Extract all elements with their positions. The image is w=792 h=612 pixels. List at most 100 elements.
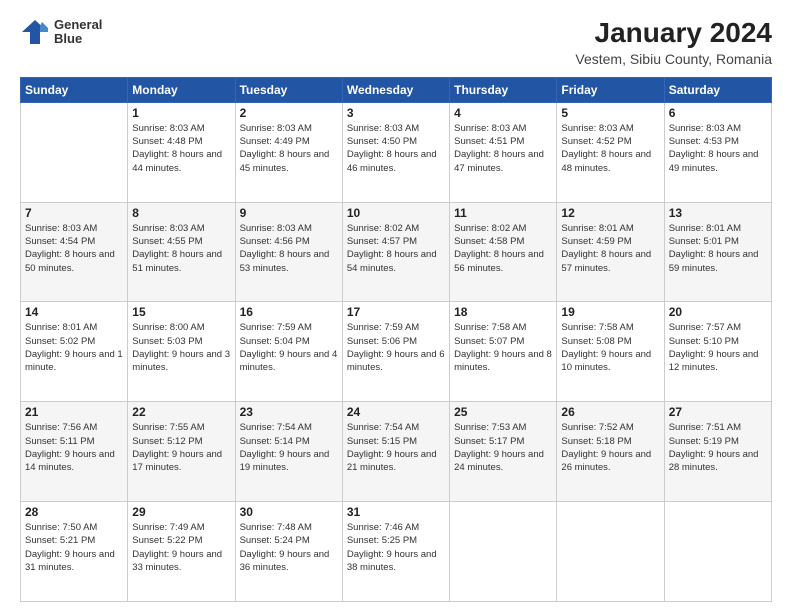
calendar-day-cell: 15 Sunrise: 8:00 AM Sunset: 5:03 PM Dayl… [128, 302, 235, 402]
day-number: 30 [240, 505, 338, 519]
calendar-week-row: 7 Sunrise: 8:03 AM Sunset: 4:54 PM Dayli… [21, 202, 772, 302]
sunrise-text: Sunrise: 7:53 AM [454, 422, 526, 433]
header: General Blue January 2024 Vestem, Sibiu … [20, 18, 772, 67]
day-info: Sunrise: 7:58 AM Sunset: 5:08 PM Dayligh… [561, 321, 659, 374]
day-number: 14 [25, 305, 123, 319]
calendar-table: SundayMondayTuesdayWednesdayThursdayFrid… [20, 77, 772, 602]
calendar-day-cell [557, 502, 664, 602]
sunrise-text: Sunrise: 8:03 AM [561, 123, 633, 134]
sunset-text: Sunset: 5:21 PM [25, 535, 95, 546]
day-number: 13 [669, 206, 767, 220]
calendar-day-cell: 22 Sunrise: 7:55 AM Sunset: 5:12 PM Dayl… [128, 402, 235, 502]
day-number: 1 [132, 106, 230, 120]
day-info: Sunrise: 7:49 AM Sunset: 5:22 PM Dayligh… [132, 521, 230, 574]
sunrise-text: Sunrise: 7:56 AM [25, 422, 97, 433]
daylight-text: Daylight: 8 hours and 56 minutes. [454, 249, 544, 273]
sunrise-text: Sunrise: 7:58 AM [454, 322, 526, 333]
daylight-text: Daylight: 9 hours and 17 minutes. [132, 449, 222, 473]
sunrise-text: Sunrise: 7:50 AM [25, 522, 97, 533]
daylight-text: Daylight: 9 hours and 24 minutes. [454, 449, 544, 473]
day-number: 5 [561, 106, 659, 120]
calendar-day-cell: 26 Sunrise: 7:52 AM Sunset: 5:18 PM Dayl… [557, 402, 664, 502]
daylight-text: Daylight: 9 hours and 36 minutes. [240, 549, 330, 573]
sunrise-text: Sunrise: 7:54 AM [347, 422, 419, 433]
daylight-text: Daylight: 9 hours and 6 minutes. [347, 349, 445, 373]
calendar-day-cell [21, 102, 128, 202]
day-of-week-header: Friday [557, 77, 664, 102]
sunset-text: Sunset: 5:12 PM [132, 436, 202, 447]
day-number: 10 [347, 206, 445, 220]
sunset-text: Sunset: 5:22 PM [132, 535, 202, 546]
day-number: 15 [132, 305, 230, 319]
sunrise-text: Sunrise: 8:02 AM [454, 223, 526, 234]
sunrise-text: Sunrise: 8:03 AM [240, 123, 312, 134]
sunset-text: Sunset: 5:15 PM [347, 436, 417, 447]
calendar-day-cell: 29 Sunrise: 7:49 AM Sunset: 5:22 PM Dayl… [128, 502, 235, 602]
sunset-text: Sunset: 4:49 PM [240, 136, 310, 147]
sunset-text: Sunset: 5:11 PM [25, 436, 95, 447]
sunrise-text: Sunrise: 8:03 AM [240, 223, 312, 234]
daylight-text: Daylight: 8 hours and 46 minutes. [347, 149, 437, 173]
logo-line1: General [54, 18, 102, 32]
day-info: Sunrise: 8:03 AM Sunset: 4:53 PM Dayligh… [669, 122, 767, 175]
daylight-text: Daylight: 9 hours and 38 minutes. [347, 549, 437, 573]
sunrise-text: Sunrise: 7:49 AM [132, 522, 204, 533]
daylight-text: Daylight: 9 hours and 28 minutes. [669, 449, 759, 473]
day-number: 28 [25, 505, 123, 519]
daylight-text: Daylight: 8 hours and 44 minutes. [132, 149, 222, 173]
day-number: 27 [669, 405, 767, 419]
calendar-day-cell: 28 Sunrise: 7:50 AM Sunset: 5:21 PM Dayl… [21, 502, 128, 602]
sunset-text: Sunset: 5:25 PM [347, 535, 417, 546]
logo-icon [20, 18, 50, 46]
sunset-text: Sunset: 4:50 PM [347, 136, 417, 147]
day-info: Sunrise: 8:03 AM Sunset: 4:54 PM Dayligh… [25, 222, 123, 275]
day-number: 9 [240, 206, 338, 220]
day-info: Sunrise: 7:51 AM Sunset: 5:19 PM Dayligh… [669, 421, 767, 474]
calendar-day-cell: 31 Sunrise: 7:46 AM Sunset: 5:25 PM Dayl… [342, 502, 449, 602]
day-number: 8 [132, 206, 230, 220]
day-info: Sunrise: 7:58 AM Sunset: 5:07 PM Dayligh… [454, 321, 552, 374]
page: General Blue January 2024 Vestem, Sibiu … [0, 0, 792, 612]
daylight-text: Daylight: 9 hours and 10 minutes. [561, 349, 651, 373]
sunset-text: Sunset: 5:14 PM [240, 436, 310, 447]
day-of-week-header: Tuesday [235, 77, 342, 102]
calendar-day-cell: 24 Sunrise: 7:54 AM Sunset: 5:15 PM Dayl… [342, 402, 449, 502]
daylight-text: Daylight: 8 hours and 51 minutes. [132, 249, 222, 273]
sunrise-text: Sunrise: 8:02 AM [347, 223, 419, 234]
sunrise-text: Sunrise: 7:57 AM [669, 322, 741, 333]
sunset-text: Sunset: 5:17 PM [454, 436, 524, 447]
logo-line2: Blue [54, 32, 102, 46]
day-number: 18 [454, 305, 552, 319]
daylight-text: Daylight: 9 hours and 8 minutes. [454, 349, 552, 373]
calendar-day-cell: 21 Sunrise: 7:56 AM Sunset: 5:11 PM Dayl… [21, 402, 128, 502]
daylight-text: Daylight: 9 hours and 14 minutes. [25, 449, 115, 473]
calendar-week-row: 28 Sunrise: 7:50 AM Sunset: 5:21 PM Dayl… [21, 502, 772, 602]
sunrise-text: Sunrise: 8:03 AM [347, 123, 419, 134]
day-info: Sunrise: 8:03 AM Sunset: 4:52 PM Dayligh… [561, 122, 659, 175]
day-info: Sunrise: 8:01 AM Sunset: 5:01 PM Dayligh… [669, 222, 767, 275]
sunset-text: Sunset: 5:06 PM [347, 336, 417, 347]
day-info: Sunrise: 8:01 AM Sunset: 4:59 PM Dayligh… [561, 222, 659, 275]
day-of-week-header: Thursday [450, 77, 557, 102]
sunrise-text: Sunrise: 7:54 AM [240, 422, 312, 433]
sunset-text: Sunset: 5:24 PM [240, 535, 310, 546]
day-info: Sunrise: 7:59 AM Sunset: 5:04 PM Dayligh… [240, 321, 338, 374]
title-block: January 2024 Vestem, Sibiu County, Roman… [575, 18, 772, 67]
day-info: Sunrise: 7:55 AM Sunset: 5:12 PM Dayligh… [132, 421, 230, 474]
sunset-text: Sunset: 4:54 PM [25, 236, 95, 247]
calendar-day-cell: 12 Sunrise: 8:01 AM Sunset: 4:59 PM Dayl… [557, 202, 664, 302]
daylight-text: Daylight: 9 hours and 19 minutes. [240, 449, 330, 473]
daylight-text: Daylight: 8 hours and 54 minutes. [347, 249, 437, 273]
sunset-text: Sunset: 4:56 PM [240, 236, 310, 247]
sunrise-text: Sunrise: 8:03 AM [454, 123, 526, 134]
subtitle: Vestem, Sibiu County, Romania [575, 51, 772, 67]
calendar-day-cell: 19 Sunrise: 7:58 AM Sunset: 5:08 PM Dayl… [557, 302, 664, 402]
sunrise-text: Sunrise: 7:48 AM [240, 522, 312, 533]
sunrise-text: Sunrise: 8:01 AM [561, 223, 633, 234]
sunset-text: Sunset: 5:10 PM [669, 336, 739, 347]
sunrise-text: Sunrise: 7:59 AM [347, 322, 419, 333]
daylight-text: Daylight: 9 hours and 26 minutes. [561, 449, 651, 473]
sunrise-text: Sunrise: 8:03 AM [669, 123, 741, 134]
sunset-text: Sunset: 5:18 PM [561, 436, 631, 447]
day-info: Sunrise: 8:03 AM Sunset: 4:48 PM Dayligh… [132, 122, 230, 175]
